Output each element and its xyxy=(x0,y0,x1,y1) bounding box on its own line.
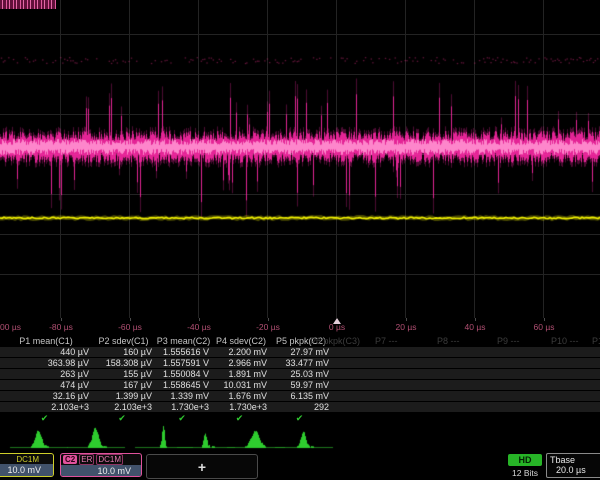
measurement-table: P1 mean(C1) P2 sdev(C1) P3 mean(C2) P4 s… xyxy=(0,336,600,424)
measure-cell: 158.308 µV xyxy=(92,358,155,368)
measure-cell: 160 µV xyxy=(92,347,155,357)
status-check-icon: ✔ xyxy=(270,413,332,423)
measure-header-p3[interactable]: P3 mean(C2) xyxy=(155,336,212,346)
measure-cell: 263 µV xyxy=(0,369,92,379)
measure-cell: 2.103e+3 xyxy=(0,402,92,412)
measure-header-p10: P10 --- xyxy=(551,336,579,346)
time-axis-tick: -60 µs xyxy=(118,322,142,332)
status-check-icon: ✔ xyxy=(212,413,270,423)
measure-cell: 32.16 µV xyxy=(0,391,92,401)
axis-tickmark xyxy=(130,318,131,321)
axis-tickmark xyxy=(199,318,200,321)
measure-cell: 292 xyxy=(270,402,332,412)
add-trace-button[interactable]: + xyxy=(146,454,258,479)
measure-header-p2[interactable]: P2 sdev(C1) xyxy=(92,336,155,346)
time-axis-tick: 00 µs xyxy=(0,322,21,332)
measure-cell: 155 µV xyxy=(92,369,155,379)
measure-cell: 2.966 mV xyxy=(212,358,270,368)
measure-cell: 1.557591 V xyxy=(155,358,212,368)
timebase-descriptor[interactable]: Tbase 20.0 µs xyxy=(546,453,600,478)
axis-tickmark xyxy=(61,318,62,321)
oscilloscope-screen: 00 µs -80 µs -60 µs -40 µs -20 µs 0 µs 2… xyxy=(0,0,600,480)
measure-cell: 2.103e+3 xyxy=(92,402,155,412)
channel-c2-descriptor[interactable]: C2 ER DC1M 10.0 mV xyxy=(60,453,142,477)
measure-cell: 1.730e+3 xyxy=(155,402,212,412)
measure-cell: 440 µV xyxy=(0,347,92,357)
hd-mode-badge[interactable]: HD xyxy=(508,454,542,466)
c1-coupling: DC1M xyxy=(16,455,39,464)
measure-cell: 1.891 mV xyxy=(212,369,270,379)
measure-cell: 33.477 mV xyxy=(270,358,332,368)
status-check-icon: ✔ xyxy=(155,413,212,423)
c2-eres-badge: ER xyxy=(79,454,94,465)
measure-cell: 363.98 µV xyxy=(0,358,92,368)
measure-cell: 1.555616 V xyxy=(155,347,212,357)
measure-row-value: 440 µV 160 µV 1.555616 V 2.200 mV 27.97 … xyxy=(0,347,600,357)
measure-cell: 25.03 mV xyxy=(270,369,332,379)
channel-c1-descriptor[interactable]: C1 DC1M 10.0 mV xyxy=(0,453,54,477)
time-axis: 00 µs -80 µs -60 µs -40 µs -20 µs 0 µs 2… xyxy=(0,318,600,335)
measure-header-row: P1 mean(C1) P2 sdev(C1) P3 mean(C2) P4 s… xyxy=(0,336,600,346)
measure-cell: 59.97 mV xyxy=(270,380,332,390)
time-axis-tick: 20 µs xyxy=(396,322,417,332)
measure-header-p11: P11 --- xyxy=(592,336,600,346)
measure-cell: 6.135 mV xyxy=(270,391,332,401)
time-axis-tick: -80 µs xyxy=(49,322,73,332)
status-check-icon: ✔ xyxy=(0,413,92,423)
cropped-pink-label xyxy=(0,0,56,9)
trigger-position-marker[interactable] xyxy=(333,318,341,324)
tbase-value: 20.0 µs xyxy=(550,465,600,475)
measure-cell: 1.558645 V xyxy=(155,380,212,390)
status-check-icon: ✔ xyxy=(92,413,155,423)
c2-badge: C2 xyxy=(63,455,77,464)
trace-canvas xyxy=(0,0,600,320)
axis-tickmark xyxy=(544,318,545,321)
measure-cell: 474 µV xyxy=(0,380,92,390)
measure-cell: 10.031 mV xyxy=(212,380,270,390)
measure-row-sdev: 32.16 µV 1.399 µV 1.339 mV 1.676 mV 6.13… xyxy=(0,391,600,401)
measure-header-p7: P7 --- xyxy=(375,336,398,346)
axis-tickmark xyxy=(475,318,476,321)
measure-cell: 1.339 mV xyxy=(155,391,212,401)
measure-cell: 1.550084 V xyxy=(155,369,212,379)
time-axis-tick: 60 µs xyxy=(534,322,555,332)
c1-scale: 10.0 mV xyxy=(0,464,53,476)
time-axis-tick: -20 µs xyxy=(256,322,280,332)
measure-cell: 167 µV xyxy=(92,380,155,390)
hd-bits-label: 12 Bits xyxy=(504,468,546,478)
measure-cell: 1.676 mV xyxy=(212,391,270,401)
measure-cell: 27.97 mV xyxy=(270,347,332,357)
bottom-bar: C1 DC1M 10.0 mV C2 ER DC1M 10.0 mV + HD … xyxy=(0,452,600,480)
c2-scale: 10.0 mV xyxy=(61,465,141,477)
measure-cell: 2.200 mV xyxy=(212,347,270,357)
histicon-canvas xyxy=(0,424,600,452)
measure-header-p4[interactable]: P4 sdev(C2) xyxy=(212,336,270,346)
measure-row-mean: 363.98 µV 158.308 µV 1.557591 V 2.966 mV… xyxy=(0,358,600,368)
time-axis-tick: 40 µs xyxy=(465,322,486,332)
tbase-label: Tbase xyxy=(550,455,600,465)
measure-header-p6: P6 pkpk(C3) xyxy=(310,336,360,346)
c2-coupling: DC1M xyxy=(96,454,123,465)
measure-header-p1[interactable]: P1 mean(C1) xyxy=(0,336,92,346)
measure-header-p8: P8 --- xyxy=(437,336,460,346)
axis-tickmark xyxy=(406,318,407,321)
measure-row-max: 474 µV 167 µV 1.558645 V 10.031 mV 59.97… xyxy=(0,380,600,390)
measure-cell: 1.399 µV xyxy=(92,391,155,401)
measure-cell: 1.730e+3 xyxy=(212,402,270,412)
measure-row-min: 263 µV 155 µV 1.550084 V 1.891 mV 25.03 … xyxy=(0,369,600,379)
measure-row-num: 2.103e+3 2.103e+3 1.730e+3 1.730e+3 292 xyxy=(0,402,600,412)
time-axis-tick: -40 µs xyxy=(187,322,211,332)
measure-row-status: ✔ ✔ ✔ ✔ ✔ xyxy=(0,413,600,423)
measure-header-p9: P9 --- xyxy=(497,336,520,346)
axis-tickmark xyxy=(268,318,269,321)
